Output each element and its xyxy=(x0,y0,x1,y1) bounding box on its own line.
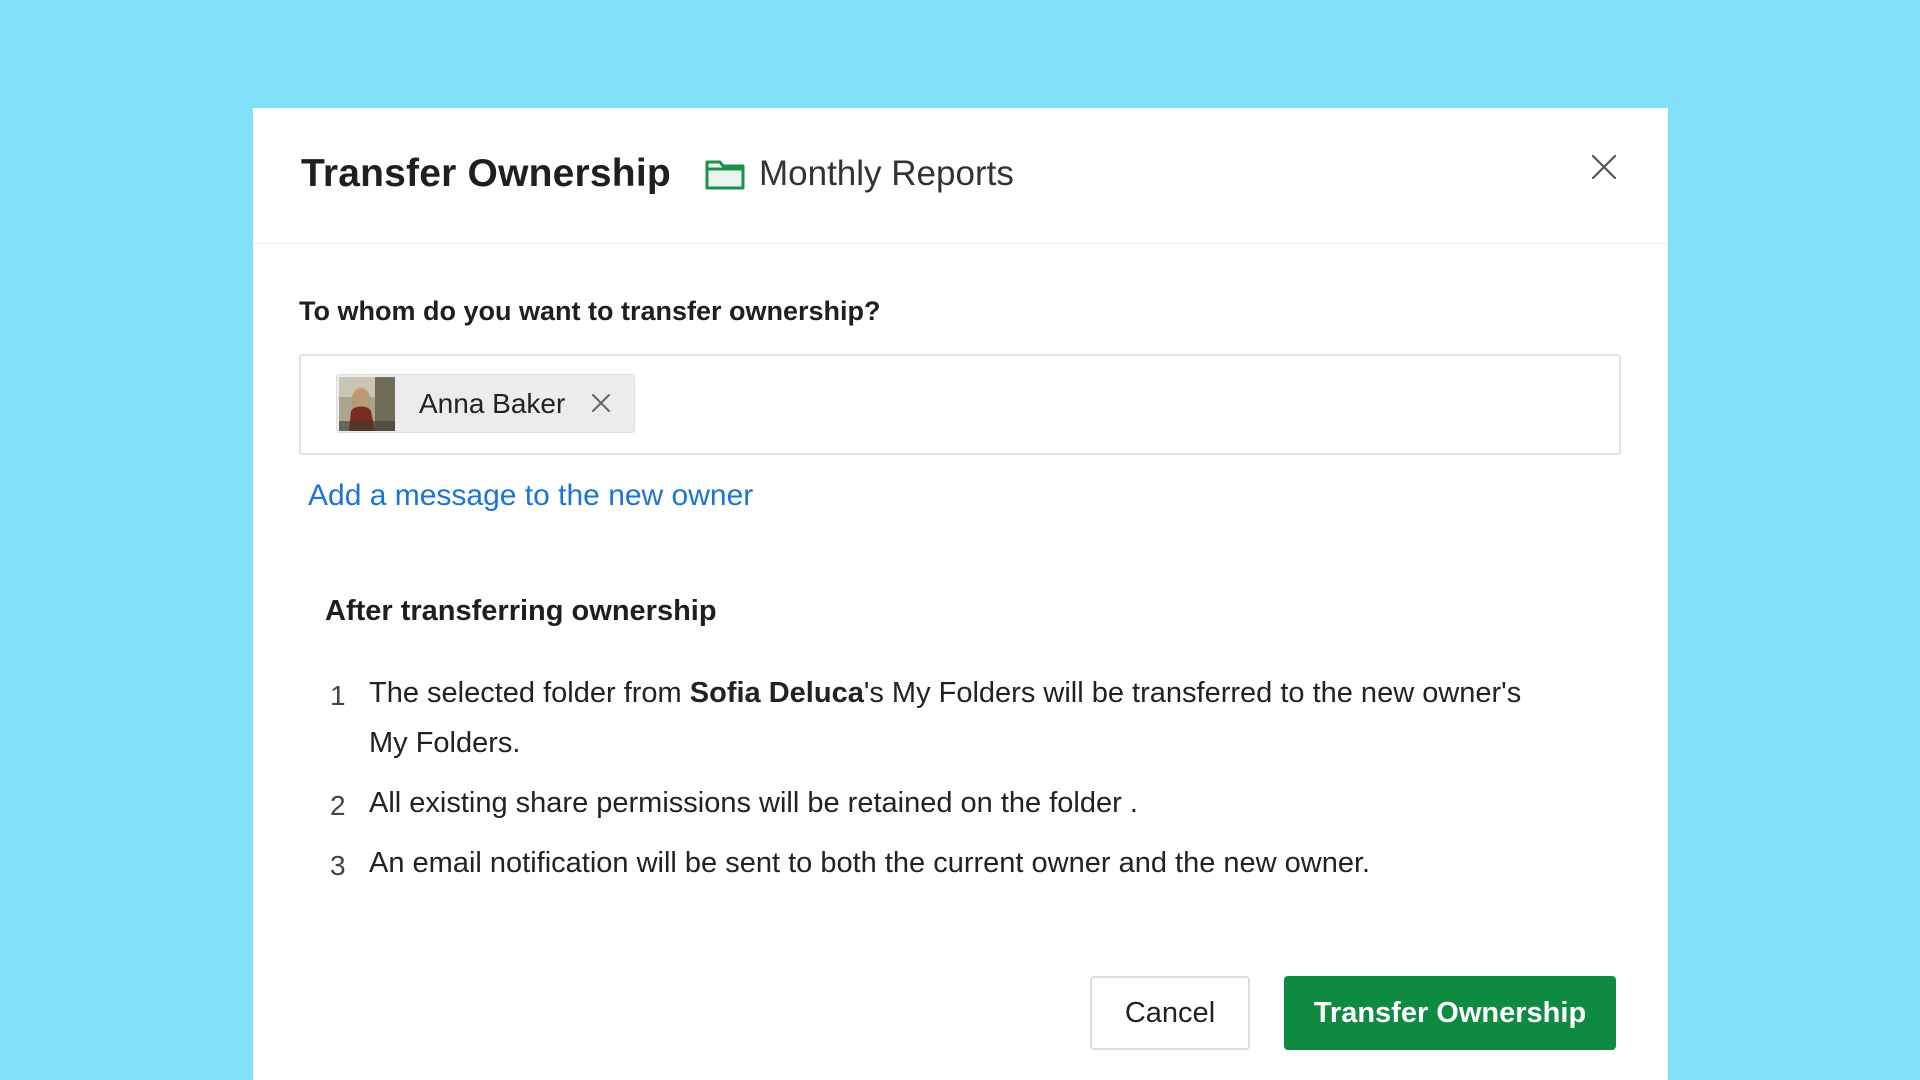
after-transfer-steps: 1 The selected folder from Sofia Deluca'… xyxy=(325,668,1525,898)
step-text-part: The selected folder from xyxy=(369,677,690,709)
step-number: 2 xyxy=(330,790,346,821)
dialog-title: Transfer Ownership xyxy=(301,152,671,195)
transfer-ownership-dialog: Transfer Ownership Monthly Reports To wh… xyxy=(253,108,1668,1080)
step-number: 3 xyxy=(330,850,346,881)
list-item: 3 An email notification will be sent to … xyxy=(325,838,1525,888)
user-avatar xyxy=(339,377,395,431)
remove-recipient-button[interactable] xyxy=(587,389,615,417)
step-text: All existing share permissions will be r… xyxy=(369,787,1138,819)
step-text: An email notification will be sent to bo… xyxy=(369,847,1371,879)
list-item: 2 All existing share permissions will be… xyxy=(325,778,1525,828)
list-item: 1 The selected folder from Sofia Deluca'… xyxy=(325,668,1525,768)
recipient-chip-name: Anna Baker xyxy=(419,388,566,419)
step-text: The selected folder from Sofia Deluca's … xyxy=(369,668,1525,768)
after-transfer-heading: After transferring ownership xyxy=(325,595,717,627)
add-message-link[interactable]: Add a message to the new owner xyxy=(308,479,753,513)
recipient-chip: Anna Baker xyxy=(336,374,635,433)
close-icon xyxy=(592,394,610,412)
current-owner-name: Sofia Deluca xyxy=(689,677,864,709)
recipient-question: To whom do you want to transfer ownershi… xyxy=(299,296,881,326)
recipient-input[interactable]: Anna Baker xyxy=(299,354,1621,455)
folder-icon xyxy=(705,158,745,190)
transfer-ownership-button[interactable]: Transfer Ownership xyxy=(1284,976,1616,1050)
step-number: 1 xyxy=(330,680,346,711)
close-icon xyxy=(1590,153,1618,186)
close-button[interactable] xyxy=(1581,146,1627,192)
cancel-button[interactable]: Cancel xyxy=(1090,976,1250,1050)
folder-name: Monthly Reports xyxy=(759,154,1014,193)
dialog-header: Transfer Ownership Monthly Reports xyxy=(253,108,1668,244)
